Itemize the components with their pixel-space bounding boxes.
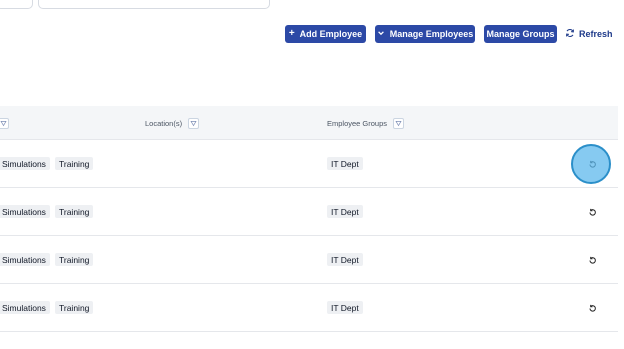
reset-icon — [588, 208, 596, 216]
table-row: Simulations Training IT Dept — [0, 140, 618, 188]
refresh-icon — [565, 28, 575, 40]
tag-chip: Simulations — [0, 205, 50, 218]
column-label-locations: Location(s) — [145, 118, 183, 128]
tag-chip: Training — [55, 301, 94, 314]
manage-groups-label: Manage Groups — [486, 29, 555, 39]
column-header-employee-groups: Employee Groups — [327, 106, 405, 140]
tag-chip: Training — [55, 157, 94, 170]
tag-chip: Simulations — [0, 301, 50, 314]
filter-icon[interactable] — [0, 117, 9, 129]
tag-chip: Training — [55, 253, 94, 266]
column-label-employee-groups: Employee Groups — [327, 118, 388, 128]
table-row: Simulations Training IT Dept — [0, 188, 618, 236]
reset-icon — [588, 160, 596, 168]
reset-button[interactable] — [584, 204, 600, 220]
refresh-label: Refresh — [579, 29, 613, 39]
filter-icon[interactable] — [393, 117, 405, 129]
manage-groups-button[interactable]: Manage Groups — [484, 25, 557, 43]
plus-icon: + — [288, 28, 295, 39]
group-chip: IT Dept — [327, 301, 363, 314]
manage-employees-label: Manage Employees — [389, 29, 474, 39]
table-row: Simulations Training IT Dept — [0, 236, 618, 284]
reset-icon — [588, 256, 596, 264]
table-row: Simulations Training IT Dept — [0, 284, 618, 332]
table-header: Location(s) Employee Groups — [0, 106, 618, 140]
column-header-tags — [0, 106, 9, 140]
tag-chip: Training — [55, 205, 94, 218]
group-chip: IT Dept — [327, 253, 363, 266]
group-chip: IT Dept — [327, 205, 363, 218]
reset-button[interactable] — [584, 252, 600, 268]
chevron-down-icon — [377, 29, 385, 40]
reset-icon — [588, 304, 596, 312]
group-chip: IT Dept — [327, 157, 363, 170]
add-employee-label: Add Employee — [299, 29, 363, 39]
search-input[interactable] — [38, 0, 270, 9]
tag-chip: Simulations — [0, 157, 50, 170]
column-header-locations: Location(s) — [145, 106, 200, 140]
add-employee-button[interactable]: + Add Employee — [285, 25, 366, 43]
manage-employees-button[interactable]: Manage Employees — [375, 25, 475, 43]
filter-icon[interactable] — [188, 117, 200, 129]
filter-select[interactable] — [0, 0, 33, 9]
tag-chip: Simulations — [0, 253, 50, 266]
reset-button[interactable] — [584, 156, 600, 172]
refresh-button[interactable]: Refresh — [565, 25, 615, 43]
employees-page: + Add Employee Manage Employees Manage G… — [0, 0, 624, 349]
reset-button[interactable] — [584, 300, 600, 316]
